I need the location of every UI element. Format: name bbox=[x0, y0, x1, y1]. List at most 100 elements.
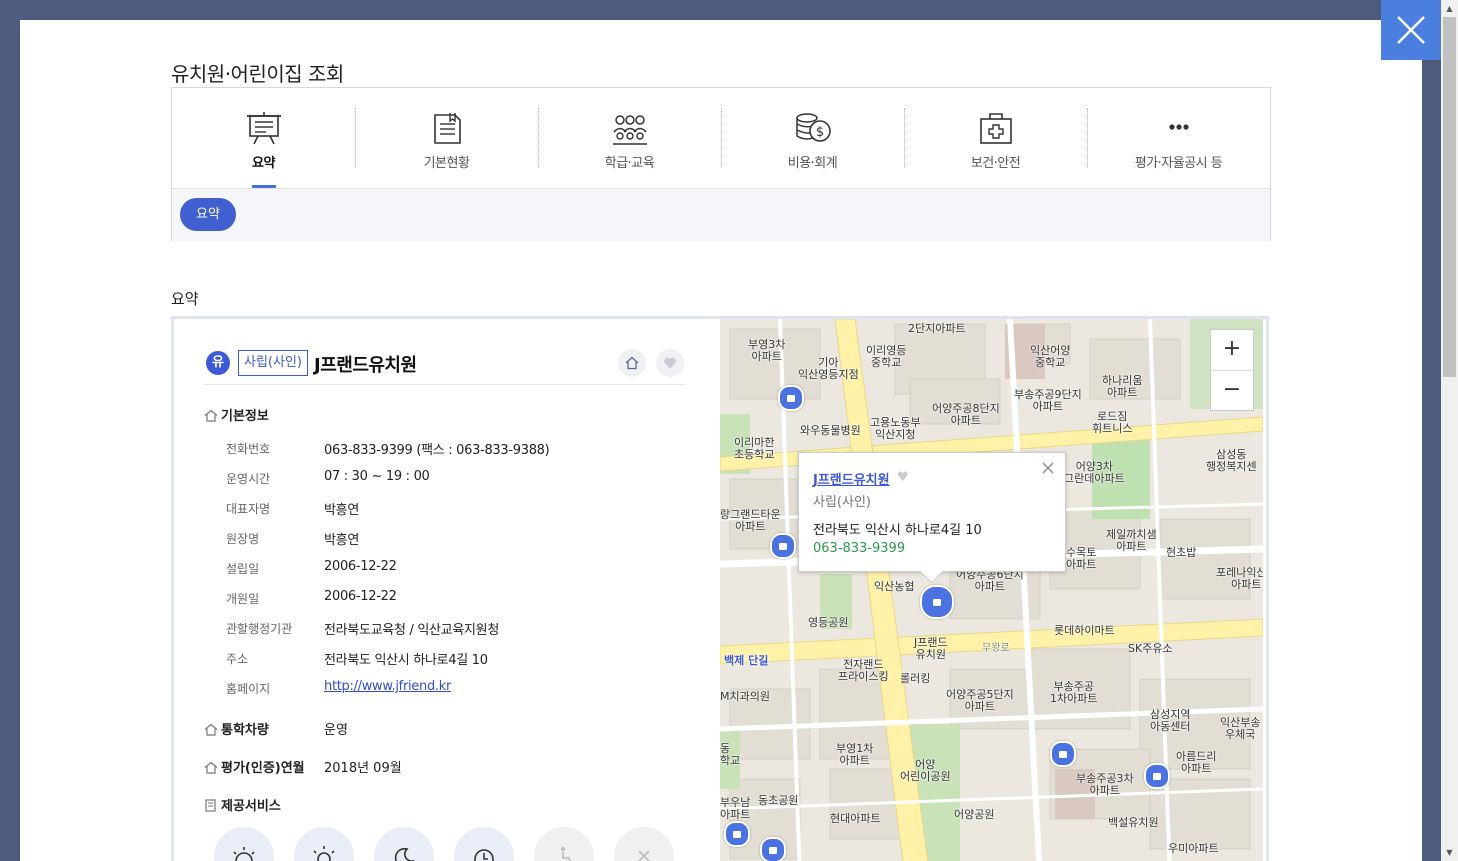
info-value: 전라북도교육청 / 익산교육지원청 bbox=[324, 623, 499, 638]
map-label: 동초공원 bbox=[758, 794, 799, 807]
map-label: 고용노동부 익산지청 bbox=[870, 416, 921, 441]
subtab-summary-button[interactable]: 요약 bbox=[180, 198, 236, 231]
service-extended bbox=[454, 827, 514, 861]
map-info-popup: J프랜드유치원 ♥ 사립(사인) 전라북도 익산시 하나로4길 10 063-8… bbox=[798, 452, 1066, 572]
map-label: 2단지아파트 bbox=[908, 322, 966, 335]
selected-facility-marker[interactable] bbox=[920, 585, 954, 619]
map-label: 어양주공5단지 아파트 bbox=[946, 688, 1014, 713]
map-marker[interactable] bbox=[724, 821, 750, 847]
service-daytime bbox=[294, 827, 354, 861]
map-marker[interactable] bbox=[760, 837, 786, 861]
map-label: 삼성동 행정복지센 bbox=[1206, 448, 1257, 473]
popup-facility-link[interactable]: J프랜드유치원 bbox=[813, 469, 890, 488]
wheelchair-icon bbox=[561, 847, 571, 861]
map-label: 삼성지역 아동센터 bbox=[1150, 708, 1191, 733]
info-key: 전화번호 bbox=[226, 442, 271, 456]
service-unavailable bbox=[614, 827, 674, 861]
evaluation-value: 2018년 09월 bbox=[324, 761, 402, 776]
info-key: 설립일 bbox=[226, 562, 260, 576]
map-label: 로드짐 휘트니스 bbox=[1092, 410, 1133, 435]
map-marker[interactable] bbox=[770, 533, 796, 559]
info-key: 주소 bbox=[226, 652, 249, 666]
summary-card: 유 사립(사인) J프랜드유치원 기본정보 전화번호 063-833-9399 (… bbox=[171, 316, 1269, 861]
tab-summary[interactable]: 요약 bbox=[172, 88, 355, 188]
map-marker[interactable] bbox=[1050, 741, 1076, 767]
map-label: SK주유소 bbox=[1128, 642, 1173, 655]
popup-phone: 063-833-9399 bbox=[813, 541, 906, 556]
map-label: 어양주공8단지 아파트 bbox=[932, 402, 1000, 427]
tab-health-safety[interactable]: 보건·안전 bbox=[904, 88, 1087, 188]
info-key: 홈페이지 bbox=[226, 682, 271, 696]
tab-cost-accounting[interactable]: $ 비용·회계 bbox=[721, 88, 904, 188]
map-label: 랑그랜드타운 아파트 bbox=[720, 508, 781, 533]
services-heading: 제공서비스 bbox=[204, 795, 281, 814]
home-icon bbox=[625, 356, 639, 370]
map-label: 제일까치샘 아파트 bbox=[1106, 528, 1157, 553]
home-button[interactable] bbox=[618, 349, 646, 377]
map-marker[interactable] bbox=[778, 385, 804, 411]
map-road-label: 무왕로 bbox=[982, 643, 1010, 654]
map-marker[interactable] bbox=[1144, 763, 1170, 789]
close-modal-button[interactable] bbox=[1381, 0, 1441, 60]
homepage-link[interactable]: http://www.jfriend.kr bbox=[324, 679, 451, 694]
map-label: 기아 익산영등지점 bbox=[798, 356, 859, 381]
x-icon bbox=[638, 850, 650, 861]
scroll-thumb[interactable] bbox=[1443, 17, 1456, 377]
popup-heart-icon[interactable]: ♥ bbox=[897, 470, 909, 485]
service-disabled-care bbox=[534, 827, 594, 861]
tab-class-education[interactable]: 학급·교육 bbox=[538, 88, 721, 188]
scroll-up-arrow-icon[interactable]: ▲ bbox=[1441, 0, 1458, 17]
evaluation-heading: 평가(인증)연월 bbox=[204, 757, 305, 776]
page-scrollbar[interactable]: ▲ ▼ bbox=[1441, 0, 1458, 861]
facility-name: J프랜드유치원 bbox=[314, 355, 417, 376]
tab-label: 학급·교육 bbox=[604, 156, 655, 171]
map-label: 부송주공 1차아파트 bbox=[1050, 680, 1098, 705]
popup-close-icon[interactable] bbox=[1041, 461, 1055, 475]
list-document-icon bbox=[205, 799, 216, 812]
tab-bar: 요약 기본현황 학급·교육 $ 비용·회계 보건·안전 평가·자율공시 등 bbox=[172, 88, 1270, 188]
info-value: 063-833-9399 (팩스 : 063-833-9388) bbox=[324, 443, 550, 458]
moon-icon bbox=[394, 847, 415, 861]
tab-label: 비용·회계 bbox=[787, 156, 838, 171]
document-icon bbox=[433, 113, 461, 144]
clock-icon bbox=[474, 849, 494, 861]
group-icon bbox=[612, 115, 647, 145]
map-label: 어양주공6단지 아파트 bbox=[956, 568, 1024, 593]
divider bbox=[204, 384, 686, 385]
home-outline-icon bbox=[204, 723, 218, 736]
page-title: 유치원·어린이집 조회 bbox=[171, 62, 344, 86]
map-label: 수목토 아파트 bbox=[1066, 546, 1097, 571]
more-icon bbox=[1168, 124, 1189, 130]
info-key: 개원일 bbox=[226, 592, 260, 606]
map-label: 우미아파트 bbox=[1168, 842, 1219, 855]
map-label-facility: J프랜드 유치원 bbox=[914, 636, 948, 661]
info-value: 2006-12-22 bbox=[324, 589, 397, 604]
map-label: 현대아파트 bbox=[830, 812, 881, 825]
tab-evaluation-disclosure[interactable]: 평가·자율공시 등 bbox=[1087, 88, 1270, 188]
facility-type-badge: 사립(사인) bbox=[238, 350, 308, 376]
scroll-down-arrow-icon[interactable]: ▼ bbox=[1441, 844, 1458, 861]
zoom-out-button[interactable]: − bbox=[1211, 370, 1253, 411]
popup-address: 전라북도 익산시 하나로4길 10 bbox=[813, 523, 982, 538]
first-aid-kit-icon bbox=[979, 113, 1012, 144]
map-view[interactable]: 2단지아파트 부영3차 아파트 이리영등 중학교 익산어양 중학교 기아 익산영… bbox=[720, 319, 1263, 861]
map-label: 이리마한 초등학교 bbox=[734, 436, 775, 461]
bus-heading: 통학차량 bbox=[204, 719, 269, 738]
tab-label: 기본현황 bbox=[423, 156, 470, 171]
service-night bbox=[374, 827, 434, 861]
favorite-button[interactable] bbox=[656, 349, 684, 377]
modal-dialog: 유치원·어린이집 조회 요약 기본현황 학급·교육 $ 비용·회계 보건·안전 … bbox=[20, 20, 1422, 861]
map-label: 부송주공3차 아파트 bbox=[1076, 772, 1134, 797]
basic-info-heading: 기본정보 bbox=[204, 405, 269, 424]
info-key: 관할행정기관 bbox=[226, 622, 293, 636]
section-title: 요약 bbox=[171, 290, 199, 308]
tab-basic-status[interactable]: 기본현황 bbox=[355, 88, 538, 188]
svg-text:$: $ bbox=[815, 125, 823, 140]
tab-label: 요약 bbox=[252, 156, 275, 171]
map-label: 하나리움 아파트 bbox=[1102, 374, 1143, 399]
map-label: M치과의원 bbox=[720, 690, 770, 703]
map-label: 부영1차 아파트 bbox=[836, 742, 874, 767]
sunrise-icon bbox=[233, 847, 255, 861]
map-label: 익산어양 중학교 bbox=[1030, 344, 1071, 369]
zoom-in-button[interactable]: + bbox=[1211, 330, 1253, 370]
